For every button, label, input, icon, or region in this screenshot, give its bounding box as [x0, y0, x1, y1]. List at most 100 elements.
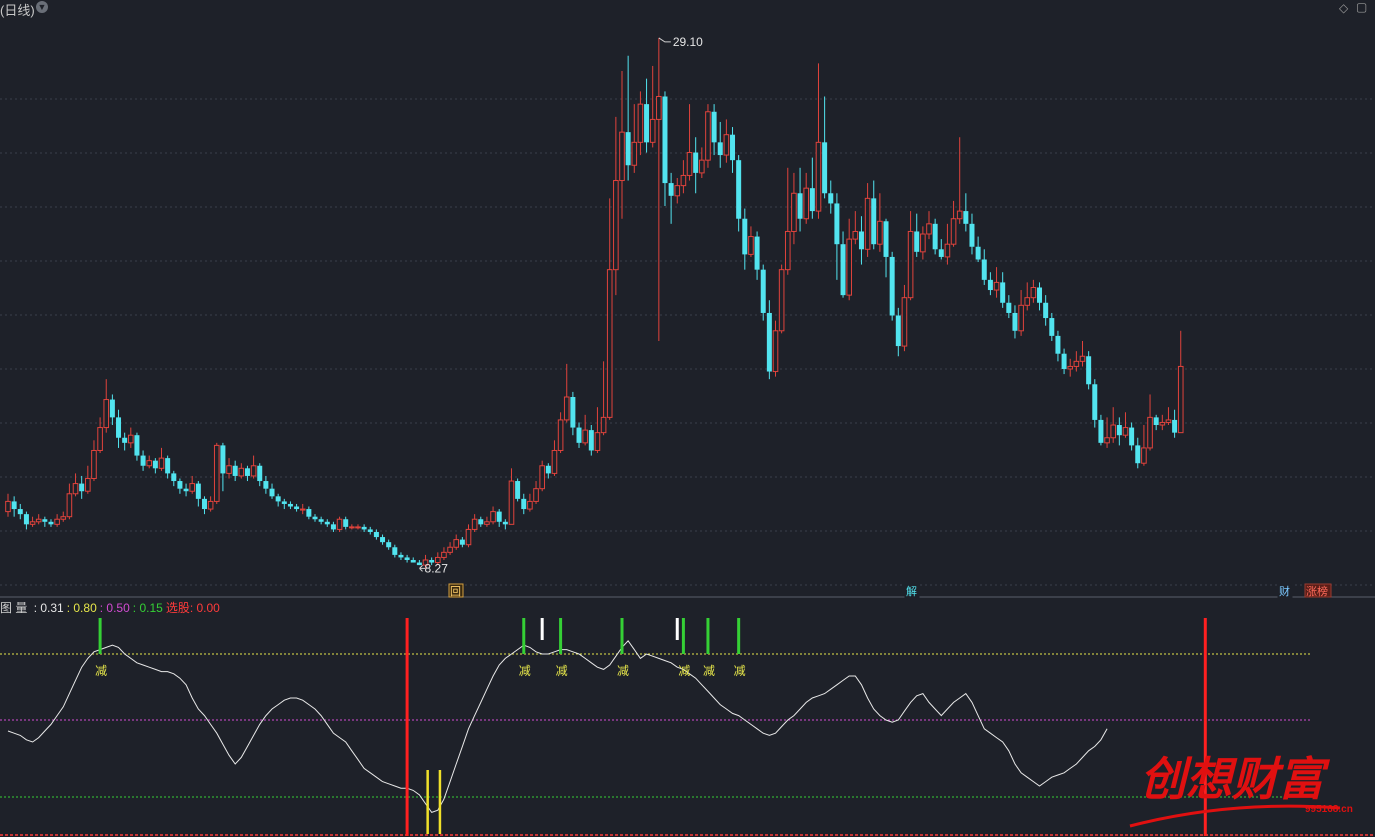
candle [60, 511, 67, 522]
candle-body [803, 187, 810, 220]
candle-body [784, 230, 791, 271]
candle-body [576, 427, 582, 443]
chevron-down-icon[interactable]: ▼ [36, 1, 48, 13]
candle-body [956, 210, 963, 220]
candle-body [637, 103, 644, 143]
diamond-icon[interactable]: ◇ [1339, 1, 1348, 15]
candle [938, 239, 944, 260]
candle [662, 91, 668, 206]
candle-body [35, 518, 42, 523]
candle-body [1165, 419, 1172, 423]
candle [932, 218, 938, 255]
candle-body [1018, 304, 1024, 332]
candle-body [103, 399, 110, 429]
candle [496, 509, 502, 527]
candle-body [858, 231, 864, 250]
candle [864, 183, 871, 257]
candle-body [1012, 312, 1018, 331]
candle [803, 172, 810, 224]
candle [201, 496, 207, 515]
candle [263, 475, 269, 494]
candle-body [730, 134, 736, 161]
candle [42, 516, 48, 527]
candle [631, 104, 638, 173]
candle [699, 147, 705, 178]
candle-body [963, 211, 969, 224]
candle [508, 468, 515, 525]
candle-body [1129, 427, 1135, 446]
candle-body [447, 546, 453, 553]
candle [275, 493, 281, 507]
candle-body [625, 132, 631, 166]
candle-body [238, 467, 245, 477]
candle-body [324, 521, 330, 525]
indicator-legend: 图 量 : 0.31: 0.80: 0.50: 0.15 选股: 0.00 [0, 599, 220, 616]
candle-body [717, 142, 723, 156]
candle-body [79, 483, 85, 492]
candle [416, 559, 422, 566]
watermark-text: 创想财富 [1140, 752, 1331, 806]
candle [963, 193, 969, 232]
candle [815, 63, 822, 219]
candle [238, 463, 245, 479]
candle [1165, 407, 1172, 426]
candle-body [1141, 447, 1147, 464]
candle [134, 432, 140, 461]
candle [969, 213, 975, 255]
candle-body [72, 483, 79, 495]
candle-body [834, 203, 840, 245]
candle-body [496, 511, 502, 522]
candle-body [723, 134, 730, 156]
candle [152, 458, 158, 474]
candle [355, 524, 361, 530]
candle-body [367, 529, 373, 532]
candle-body [1000, 282, 1006, 303]
watermark-logo: 创想财富995168.cn [1129, 752, 1353, 828]
candle-body [754, 236, 760, 270]
candle [852, 211, 859, 245]
candle [441, 547, 447, 560]
candle [920, 226, 926, 260]
candle-body [797, 193, 803, 219]
candle [1177, 330, 1184, 434]
candle [1172, 409, 1178, 438]
candle-body [944, 243, 951, 258]
candle [269, 483, 275, 499]
watermark-url: 995168.cn [1305, 804, 1353, 815]
candle [5, 493, 11, 517]
period-label[interactable]: (日线) [0, 0, 35, 19]
candle [17, 503, 23, 520]
candle-body [441, 551, 447, 558]
reduce-mark: 减 [556, 664, 568, 678]
candle-body [1159, 421, 1166, 426]
candle-body [932, 223, 938, 250]
candle-body [85, 477, 91, 492]
candle [846, 218, 852, 301]
candle [1086, 351, 1092, 390]
candle-body [91, 449, 97, 479]
candle-body [343, 519, 349, 527]
candle-body [938, 249, 944, 257]
candle [907, 211, 914, 301]
candle [956, 137, 963, 224]
candle [109, 394, 115, 426]
candle [281, 498, 287, 510]
candle [1159, 414, 1166, 431]
candle [527, 493, 533, 512]
candle [343, 516, 349, 530]
candle [754, 231, 760, 280]
candle [576, 422, 582, 448]
candle [637, 91, 644, 156]
candle [594, 407, 601, 454]
candle-body [693, 152, 699, 173]
candle-body [668, 183, 674, 196]
candle-body [969, 223, 975, 247]
candle [453, 534, 460, 550]
candle [950, 200, 957, 247]
candle-body [889, 256, 895, 316]
reduce-mark: 减 [95, 664, 107, 678]
candle-body [772, 330, 779, 373]
candle [1153, 414, 1159, 431]
candle [901, 284, 908, 352]
square-icon[interactable]: ▢ [1356, 0, 1367, 14]
